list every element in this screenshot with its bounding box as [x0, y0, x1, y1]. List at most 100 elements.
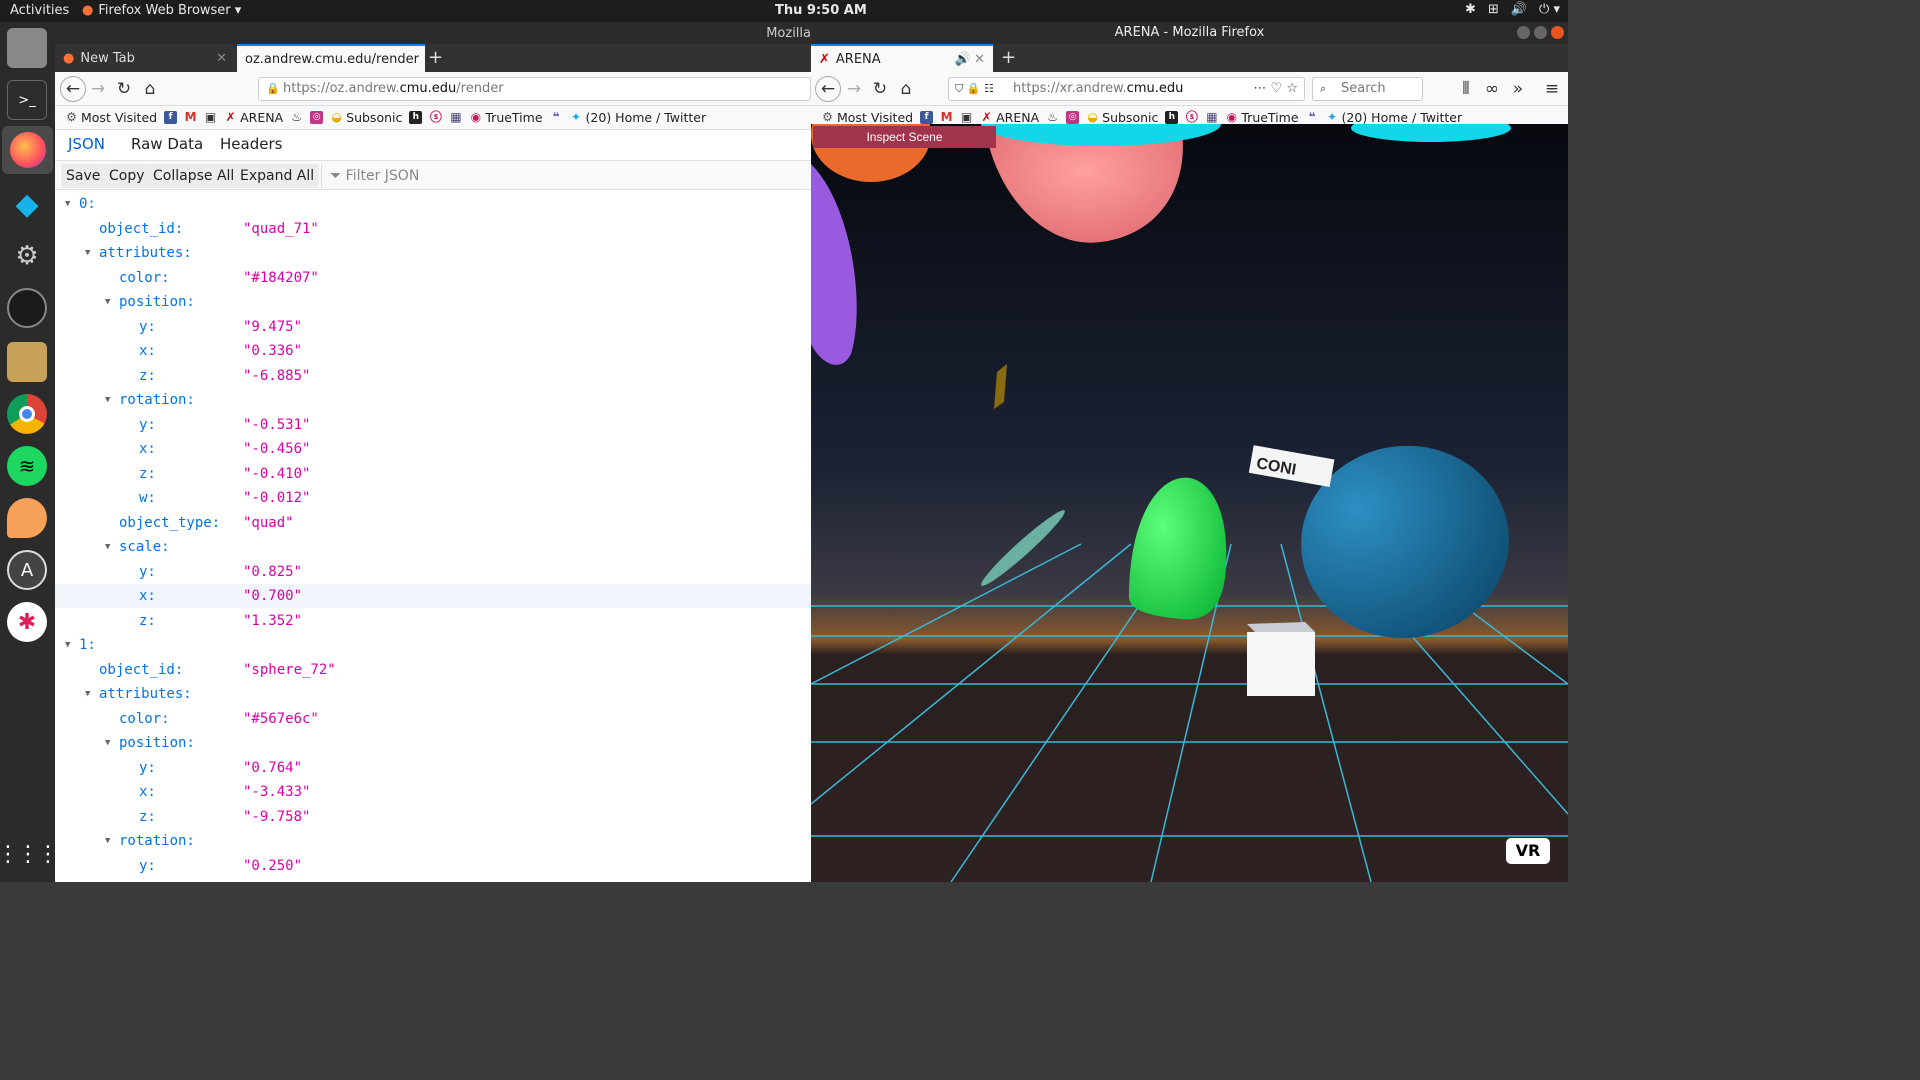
right-url-bar[interactable]: ⛉ 🔒 ☷ https://xr.andrew.cmu.edu ⋯ ♡ ☆ — [948, 77, 1305, 101]
bookmark-truetime[interactable]: ◉ TrueTime — [469, 110, 543, 125]
inspect-scene-button[interactable]: Inspect Scene — [813, 126, 996, 148]
json-row[interactable]: ▼ attributes: — [55, 682, 811, 706]
expand-toggle-icon[interactable]: ▼ — [105, 388, 110, 412]
json-row[interactable]: object_id: "quad_71" — [55, 217, 811, 241]
bookmark-fire[interactable]: ♨ — [1046, 111, 1059, 124]
settings-tools-icon[interactable]: ⚙ — [7, 236, 47, 276]
maximize-icon[interactable] — [1534, 26, 1547, 39]
json-row[interactable]: z: "-6.885" — [55, 364, 811, 388]
expand-toggle-icon[interactable]: ▼ — [105, 535, 110, 559]
json-row[interactable]: z: "-9.758" — [55, 805, 811, 829]
close-tab-icon[interactable]: ✕ — [974, 52, 985, 67]
json-row[interactable]: x: "0.700" — [55, 584, 811, 608]
home-icon[interactable]: ⌂ — [139, 78, 161, 100]
bookmark-grid[interactable]: ▦ — [1205, 111, 1218, 124]
bookmark-bus[interactable]: ▣ — [960, 111, 973, 124]
steam-icon[interactable] — [7, 288, 47, 328]
json-row[interactable]: ▼ attributes: — [55, 241, 811, 265]
clock[interactable]: Thu 9:50 AM — [775, 3, 867, 18]
bookmark-h[interactable]: h — [1165, 111, 1179, 124]
chrome-icon[interactable] — [7, 394, 47, 434]
tab-raw-data[interactable]: Raw Data — [131, 135, 203, 153]
back-arrow-icon[interactable]: ← — [815, 76, 841, 102]
firefox-dock-icon[interactable] — [2, 126, 53, 174]
json-row[interactable]: object_type: "quad" — [55, 511, 811, 535]
forward-arrow-icon[interactable]: → — [843, 78, 865, 100]
json-row[interactable]: ▼ rotation: — [55, 388, 811, 412]
tab-audio-icon[interactable]: 🔊 — [955, 52, 971, 67]
home-icon[interactable]: ⌂ — [895, 78, 917, 100]
page-actions-icons[interactable]: ⋯ ♡ ☆ — [1253, 78, 1298, 100]
json-row[interactable]: x: "-0.456" — [55, 437, 811, 461]
app-menu[interactable]: ● Firefox Web Browser ▾ — [82, 3, 241, 18]
tab-arena[interactable]: ✗ ARENA 🔊 ✕ — [811, 44, 993, 72]
json-row[interactable]: w: "-0.012" — [55, 486, 811, 510]
bookmark-bus[interactable]: ▣ — [204, 111, 217, 124]
json-row[interactable]: x: "0.536" — [55, 878, 811, 882]
system-tray[interactable]: ✱ ⊞ 🔊 ⏻ ▾ — [1465, 2, 1560, 17]
slack-icon[interactable]: ✱ — [7, 602, 47, 642]
search-box[interactable]: ⌕ Search — [1312, 77, 1423, 101]
bookmark-20-home-twitter[interactable]: ✦ (20) Home / Twitter — [1326, 110, 1462, 125]
json-row[interactable]: ▼ position: — [55, 290, 811, 314]
json-row[interactable]: object_id: "sphere_72" — [55, 658, 811, 682]
network-icon[interactable]: ⊞ — [1488, 2, 1499, 17]
bookmark-fire[interactable]: ♨ — [290, 111, 303, 124]
expand-toggle-icon[interactable]: ▼ — [65, 192, 70, 216]
expand-toggle-icon[interactable]: ▼ — [105, 731, 110, 755]
vr-button[interactable]: VR — [1506, 838, 1550, 864]
spotify-icon[interactable]: ≋ — [7, 446, 47, 486]
json-row[interactable]: y: "0.825" — [55, 560, 811, 584]
tab-headers[interactable]: Headers — [220, 135, 282, 153]
bookmark-facebook[interactable]: f — [164, 111, 178, 124]
json-row[interactable]: ▼ rotation: — [55, 829, 811, 853]
terminal-icon[interactable]: >_ — [7, 80, 47, 120]
bookmark-chat[interactable]: ❝ — [1306, 111, 1319, 124]
bookmark-s[interactable]: ⓢ — [429, 111, 442, 124]
new-tab-button[interactable]: + — [428, 47, 443, 68]
filter-json-input[interactable]: ⏷ Filter JSON — [321, 164, 419, 188]
json-row[interactable]: ▼ scale: — [55, 535, 811, 559]
power-icon[interactable]: ⏻ ▾ — [1539, 2, 1560, 17]
app-grid-icon[interactable]: ⋮⋮⋮ — [0, 834, 59, 874]
tab-new-tab[interactable]: ● New Tab ✕ — [55, 44, 235, 72]
json-row[interactable]: x: "0.336" — [55, 339, 811, 363]
software-center-icon[interactable]: A — [7, 550, 47, 590]
json-row[interactable]: ▼ 1: — [55, 633, 811, 657]
bookmark-facebook[interactable]: f — [920, 111, 934, 124]
archive-manager-icon[interactable] — [7, 342, 47, 382]
minimize-icon[interactable] — [1517, 26, 1530, 39]
tangerine-app-icon[interactable] — [7, 498, 47, 538]
bookmark-most-visited[interactable]: ⚙ Most Visited — [821, 110, 913, 125]
bookmark-most-visited[interactable]: ⚙ Most Visited — [65, 110, 157, 125]
json-row[interactable]: color: "#184207" — [55, 266, 811, 290]
bookmark-grid[interactable]: ▦ — [449, 111, 462, 124]
kodi-icon[interactable]: ◆ — [7, 184, 47, 224]
json-row[interactable]: z: "1.352" — [55, 609, 811, 633]
files-cabinet-icon[interactable] — [7, 28, 47, 68]
vr-goggles-icon[interactable]: ∞ — [1481, 78, 1503, 100]
json-row[interactable]: x: "-3.433" — [55, 780, 811, 804]
bookmark-chat[interactable]: ❝ — [550, 111, 563, 124]
expand-toggle-icon[interactable]: ▼ — [105, 829, 110, 853]
expand-toggle-icon[interactable]: ▼ — [65, 633, 70, 657]
library-icon[interactable]: ⫴ — [1455, 78, 1477, 100]
back-arrow-icon[interactable]: ← — [60, 76, 86, 102]
tab-json[interactable]: JSON — [58, 135, 115, 162]
bookmark-20-home-twitter[interactable]: ✦ (20) Home / Twitter — [570, 110, 706, 125]
json-row[interactable]: z: "-0.410" — [55, 462, 811, 486]
expand-toggle-icon[interactable]: ▼ — [85, 241, 90, 265]
bookmark-s[interactable]: ⓢ — [1185, 111, 1198, 124]
overflow-chevron-icon[interactable]: » — [1507, 78, 1529, 100]
copy-button[interactable]: Copy — [104, 164, 150, 188]
reload-icon[interactable]: ↻ — [869, 78, 891, 100]
bookmark-h[interactable]: h — [409, 111, 423, 124]
json-row[interactable]: y: "-0.531" — [55, 413, 811, 437]
save-button[interactable]: Save — [61, 164, 106, 188]
json-row[interactable]: color: "#567e6c" — [55, 707, 811, 731]
json-row[interactable]: ▼ 0: — [55, 192, 811, 216]
expand-toggle-icon[interactable]: ▼ — [85, 682, 90, 706]
bookmark-gmail[interactable]: M — [940, 111, 953, 124]
activities-button[interactable]: Activities — [10, 3, 69, 18]
expand-all-button[interactable]: Expand All — [235, 164, 320, 188]
